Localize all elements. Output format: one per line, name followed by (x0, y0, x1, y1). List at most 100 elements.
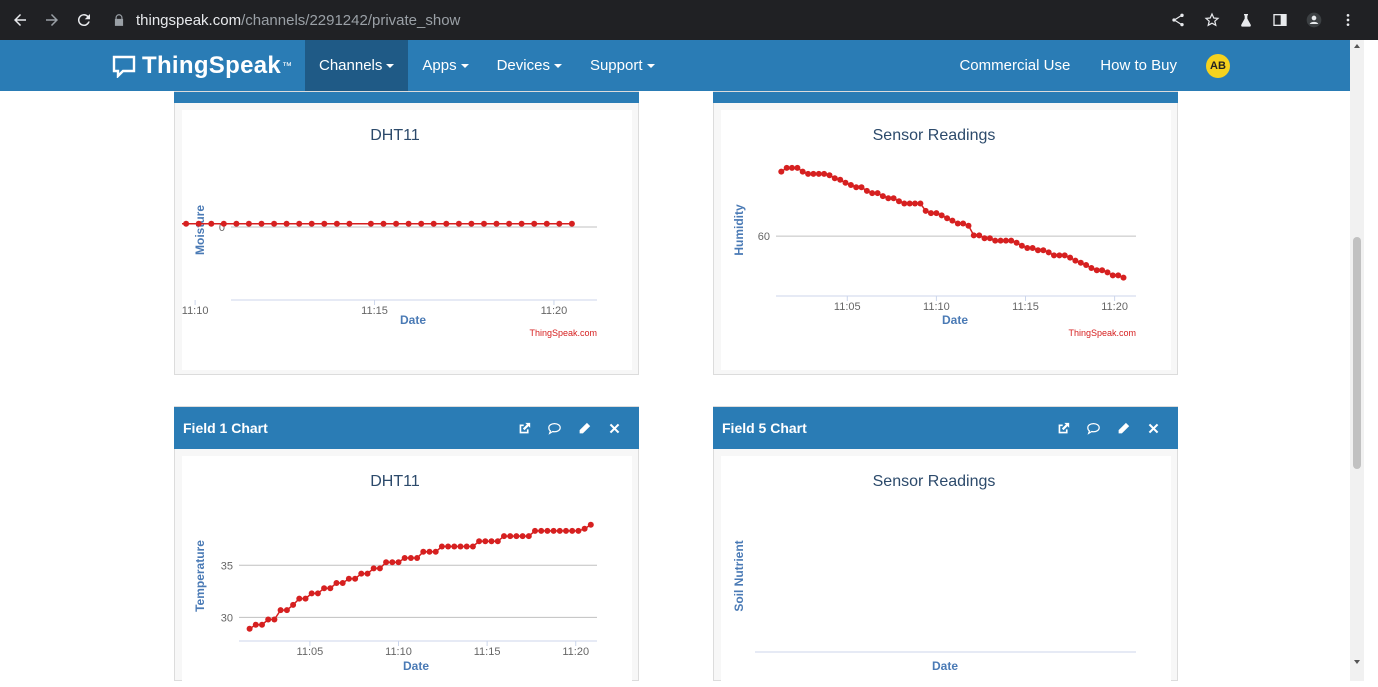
data-point (563, 527, 569, 534)
thingspeak-logo[interactable]: ThingSpeak ™ (112, 52, 292, 80)
share-button[interactable] (1164, 6, 1192, 34)
nav-commercial-use[interactable]: Commercial Use (944, 40, 1085, 91)
edit-button[interactable] (1116, 421, 1130, 435)
data-point (954, 220, 961, 227)
chart-credit: ThingSpeak.com (529, 328, 597, 338)
y-axis-label: Soil Nutrient (732, 540, 746, 611)
data-point (1120, 274, 1127, 281)
data-point (965, 222, 972, 229)
url-text: thingspeak.com/channels/2291242/private_… (136, 11, 461, 29)
data-point (321, 585, 328, 592)
data-point (208, 220, 215, 227)
data-point (874, 190, 881, 197)
panel-header: Field 5 Chart (713, 407, 1178, 449)
back-button[interactable] (4, 4, 36, 36)
scroll-up-arrow-icon[interactable] (1354, 44, 1360, 48)
data-point (455, 220, 462, 227)
data-point (783, 164, 790, 171)
nav-support[interactable]: Support (576, 40, 669, 91)
data-point (339, 580, 346, 586)
data-point (321, 220, 328, 227)
comment-icon (1086, 422, 1100, 435)
comment-button[interactable] (547, 421, 561, 435)
user-avatar[interactable]: AB (1206, 53, 1230, 78)
forward-button[interactable] (36, 4, 68, 36)
open-external-button[interactable] (1056, 421, 1070, 435)
comment-button[interactable] (1086, 421, 1100, 435)
nav-devices[interactable]: Devices (483, 40, 576, 91)
data-point (493, 220, 500, 227)
close-button[interactable] (1146, 421, 1160, 435)
data-point (826, 172, 833, 179)
address-bar[interactable]: thingspeak.com/channels/2291242/private_… (112, 0, 460, 40)
nav-apps[interactable]: Apps (408, 40, 482, 91)
kebab-menu-icon (1346, 14, 1350, 26)
data-point (314, 590, 321, 597)
data-point (778, 168, 785, 175)
y-axis-label: Temperature (193, 540, 207, 612)
data-point (352, 575, 359, 582)
x-tick-label: 11:20 (562, 646, 589, 658)
chart-moisture: DHT11MoistureDateThingSpeak.com011:0511:… (0, 127, 597, 338)
data-point (837, 176, 844, 183)
data-point (922, 207, 929, 214)
data-point (885, 195, 892, 202)
data-point (271, 220, 278, 227)
scroll-thumb[interactable] (1353, 237, 1361, 469)
chart-temperature: DHT11 Temperature Date 30 35 11:05 11:10 11:15 1… (193, 473, 597, 673)
labs-button[interactable] (1232, 6, 1260, 34)
data-point (997, 237, 1004, 244)
data-point (896, 198, 902, 205)
data-point (525, 533, 532, 540)
lock-icon (114, 14, 124, 26)
reload-button[interactable] (68, 4, 100, 36)
data-point (220, 220, 227, 227)
data-point (271, 616, 278, 623)
series-line (249, 524, 592, 630)
data-point (568, 220, 575, 227)
edit-button[interactable] (577, 421, 591, 435)
pencil-icon (1118, 422, 1129, 433)
menu-button[interactable] (1334, 6, 1362, 34)
data-point (481, 220, 487, 227)
data-point (538, 527, 545, 534)
side-panel-button[interactable] (1266, 6, 1294, 34)
data-point (259, 621, 265, 628)
browser-toolbar: thingspeak.com/channels/2291242/private_… (0, 0, 1378, 40)
data-point (858, 184, 865, 191)
close-button[interactable] (607, 421, 621, 435)
data-point (430, 220, 437, 227)
data-point (970, 232, 977, 239)
data-point (258, 220, 265, 227)
nav-channels[interactable]: Channels (305, 40, 409, 91)
data-point (518, 220, 525, 227)
bookmark-button[interactable] (1198, 6, 1226, 34)
data-point (532, 527, 538, 534)
data-point (556, 220, 563, 227)
y-axis-label: Humidity (732, 204, 746, 256)
panel-title: Field 5 Chart (722, 420, 807, 436)
data-point (1061, 252, 1068, 259)
close-icon (1148, 423, 1158, 433)
open-external-button[interactable] (517, 421, 531, 435)
data-point (401, 555, 408, 561)
external-link-icon (1058, 422, 1069, 433)
data-point (821, 170, 828, 177)
data-point (290, 601, 297, 608)
data-point (457, 543, 464, 550)
data-point (901, 200, 908, 207)
chart-area: Sensor Readings Soil Nutrient Date (721, 456, 1171, 682)
data-point (544, 527, 551, 534)
scroll-down-arrow-icon[interactable] (1354, 660, 1360, 664)
x-tick-label: 11:15 (474, 646, 501, 658)
chart-area: DHT11 Temperature Date 30 35 11:05 11:10 11:15 1… (182, 456, 632, 682)
nav-how-to-buy[interactable]: How to Buy (1085, 40, 1192, 91)
arrow-left-icon (14, 14, 26, 26)
page-scrollbar[interactable] (1350, 40, 1364, 681)
profile-button[interactable] (1300, 6, 1328, 34)
data-point (418, 220, 425, 227)
data-point (842, 179, 849, 186)
data-point (438, 543, 445, 550)
data-point (451, 543, 458, 550)
panel-header-strip (713, 92, 1178, 103)
